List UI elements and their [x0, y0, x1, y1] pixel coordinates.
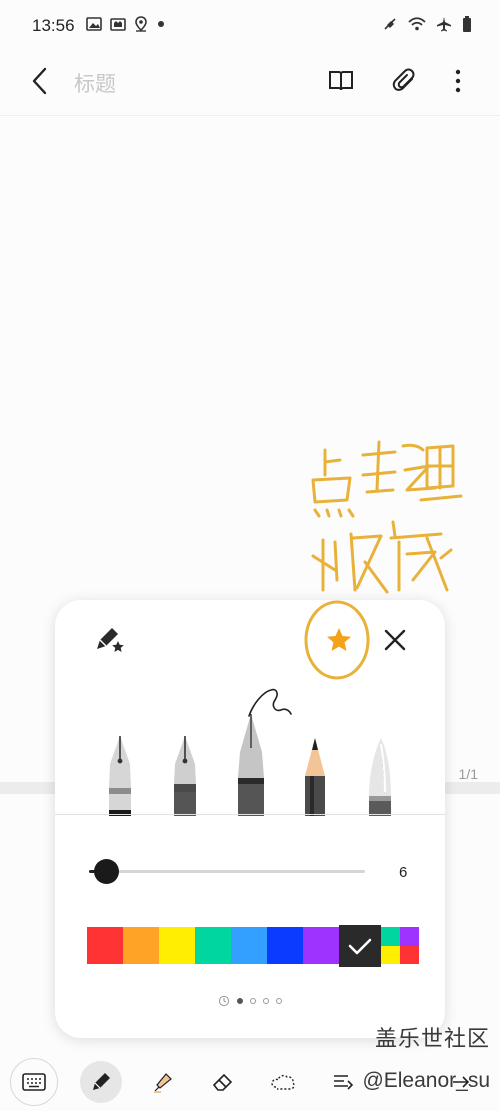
battery-icon: [463, 16, 471, 32]
watermark-site: 盖乐世社区: [374, 1026, 490, 1051]
highlight-circle-annotation: [304, 600, 370, 680]
custom-color-cell: [381, 927, 400, 946]
text-format-icon: [334, 1075, 354, 1090]
pen-size-value: 6: [399, 864, 408, 881]
status-time: 13:56: [32, 16, 75, 35]
color-palette: [87, 925, 419, 967]
pencil-option[interactable]: [301, 736, 329, 816]
custom-color-cell: [400, 927, 419, 946]
color-swatch-blue[interactable]: [267, 927, 303, 964]
more-options-button[interactable]: [443, 66, 473, 96]
palette-page-dot[interactable]: [276, 998, 282, 1004]
page-indicator: 1/1: [458, 766, 478, 782]
book-icon: [329, 71, 353, 91]
title-input[interactable]: 标题: [74, 68, 116, 98]
lasso-icon: [271, 1074, 295, 1090]
eraser-tool-button[interactable]: [202, 1061, 244, 1103]
pen-settings-panel: 6: [55, 600, 445, 1038]
color-swatch-teal[interactable]: [195, 927, 231, 964]
gallery-icon: [86, 17, 102, 31]
more-icon: [455, 69, 461, 93]
lasso-tool-button[interactable]: [262, 1061, 304, 1103]
chevron-left-icon: [32, 67, 47, 95]
color-swatch-black-selected[interactable]: [339, 925, 381, 967]
highlighter-icon: [154, 1073, 172, 1093]
attachment-icon: [392, 68, 415, 91]
attachment-button[interactable]: [390, 66, 420, 96]
color-swatch-yellow[interactable]: [159, 927, 195, 964]
pen-icon: [93, 1073, 110, 1090]
wifi-icon: [408, 17, 426, 31]
palette-page-indicator: [55, 995, 445, 1007]
screenshot-icon: [110, 18, 126, 31]
more-tools-button[interactable]: [440, 1061, 482, 1103]
fountain-pen-option[interactable]: [105, 734, 135, 816]
palette-page-dot[interactable]: [263, 998, 269, 1004]
pen-favorites-icon: [97, 628, 124, 652]
close-icon: [384, 629, 406, 651]
color-swatch-purple[interactable]: [303, 927, 339, 964]
text-format-button[interactable]: [322, 1061, 364, 1103]
pen-row-divider: [55, 814, 445, 815]
eraser-icon: [212, 1073, 233, 1091]
pen-size-slider[interactable]: [89, 859, 365, 884]
favorite-pens-button[interactable]: [89, 624, 129, 656]
recent-colors-icon[interactable]: [218, 995, 230, 1007]
pen-size-thumb[interactable]: [93, 859, 119, 884]
scribble-mark: [248, 688, 292, 717]
dot-icon: [158, 21, 164, 27]
mute-icon: [384, 18, 396, 30]
note-app-bar: 标题: [0, 52, 500, 116]
palette-page-dot[interactable]: [237, 998, 243, 1004]
location-icon: [135, 16, 147, 32]
keyboard-button[interactable]: [10, 1058, 58, 1106]
marker-option[interactable]: [365, 736, 395, 816]
keyboard-icon: [22, 1073, 46, 1091]
status-bar: 13:56: [0, 0, 500, 52]
close-panel-button[interactable]: [377, 624, 413, 656]
drawing-toolbar: [0, 1054, 500, 1111]
back-button[interactable]: [26, 66, 56, 96]
calligraphy-pen-option[interactable]: [170, 734, 200, 816]
color-swatch-orange[interactable]: [123, 927, 159, 964]
brush-pen-option[interactable]: [234, 712, 268, 816]
highlighter-tool-button[interactable]: [142, 1061, 184, 1103]
palette-page-dot[interactable]: [250, 998, 256, 1004]
color-swatch-light-blue[interactable]: [231, 927, 267, 964]
custom-color-cell: [381, 945, 400, 964]
book-button[interactable]: [326, 66, 356, 96]
custom-color-cell: [400, 945, 419, 964]
airplane-icon: [437, 17, 451, 32]
checkmark-icon: [348, 938, 372, 955]
pen-tool-button[interactable]: [80, 1061, 122, 1103]
more-tools-icon: [453, 1076, 470, 1088]
color-swatch-red[interactable]: [87, 927, 123, 964]
color-swatch-custom[interactable]: [381, 927, 419, 964]
